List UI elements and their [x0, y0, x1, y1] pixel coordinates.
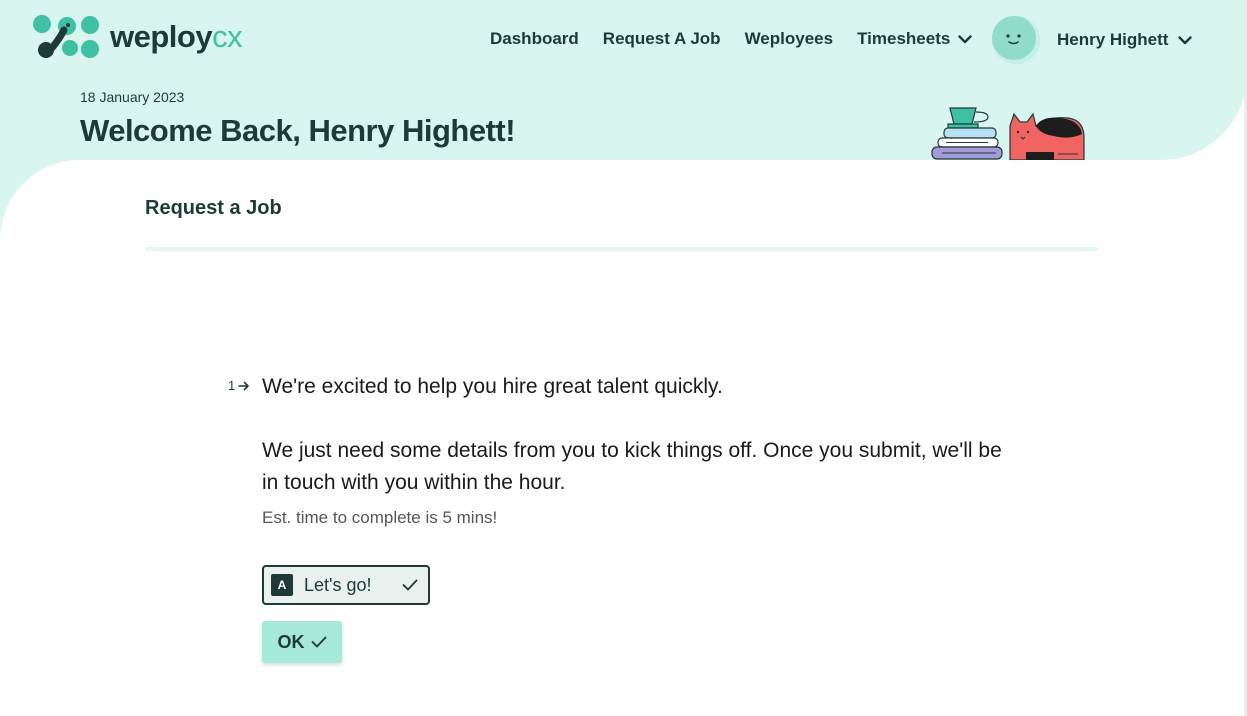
- welcome-heading: Welcome Back, Henry Highett!: [80, 113, 516, 148]
- choice-label: Let's go!: [304, 574, 372, 595]
- nav-dashboard[interactable]: Dashboard: [490, 29, 579, 49]
- question-number: 1: [228, 378, 250, 393]
- question-line-1: We're excited to help you hire great tal…: [262, 375, 723, 398]
- nav-request-a-job[interactable]: Request A Job: [603, 29, 721, 49]
- nav-timesheets[interactable]: Timesheets: [857, 29, 973, 49]
- ok-button[interactable]: OK: [262, 621, 342, 663]
- logo-mark-icon: [33, 15, 99, 58]
- smiley-face-icon: [992, 16, 1040, 64]
- current-date: 18 January 2023: [80, 89, 185, 105]
- section-title: Request a Job: [145, 197, 282, 219]
- time-estimate: Est. time to complete is 5 mins!: [262, 508, 498, 527]
- user-name[interactable]: Henry Highett: [1057, 30, 1168, 50]
- question-text: We're excited to help you hire great tal…: [262, 371, 1002, 499]
- logo-wordmark: weploycx: [110, 19, 243, 54]
- weploy-logo[interactable]: weploycx: [32, 14, 243, 60]
- content-corner: [0, 160, 80, 240]
- choice-key-badge: A: [271, 574, 293, 596]
- nav-weployees[interactable]: Weployees: [745, 29, 834, 49]
- main-nav: Dashboard Request A Job Weployees Timesh…: [490, 29, 996, 49]
- choice-lets-go[interactable]: A Let's go!: [262, 565, 430, 605]
- user-menu[interactable]: Henry Highett: [992, 16, 1193, 64]
- checkmark-icon: [402, 579, 418, 591]
- chevron-down-icon[interactable]: [1178, 35, 1193, 45]
- ok-label: OK: [277, 631, 305, 652]
- avatar[interactable]: [992, 16, 1040, 64]
- chevron-down-icon: [958, 34, 973, 43]
- arrow-right-icon: [238, 381, 250, 390]
- section-divider: [145, 247, 1098, 251]
- checkmark-icon: [311, 636, 326, 648]
- books-and-cat-illustration: [931, 107, 1085, 160]
- question-line-2: We just need some details from you to ki…: [262, 439, 1002, 494]
